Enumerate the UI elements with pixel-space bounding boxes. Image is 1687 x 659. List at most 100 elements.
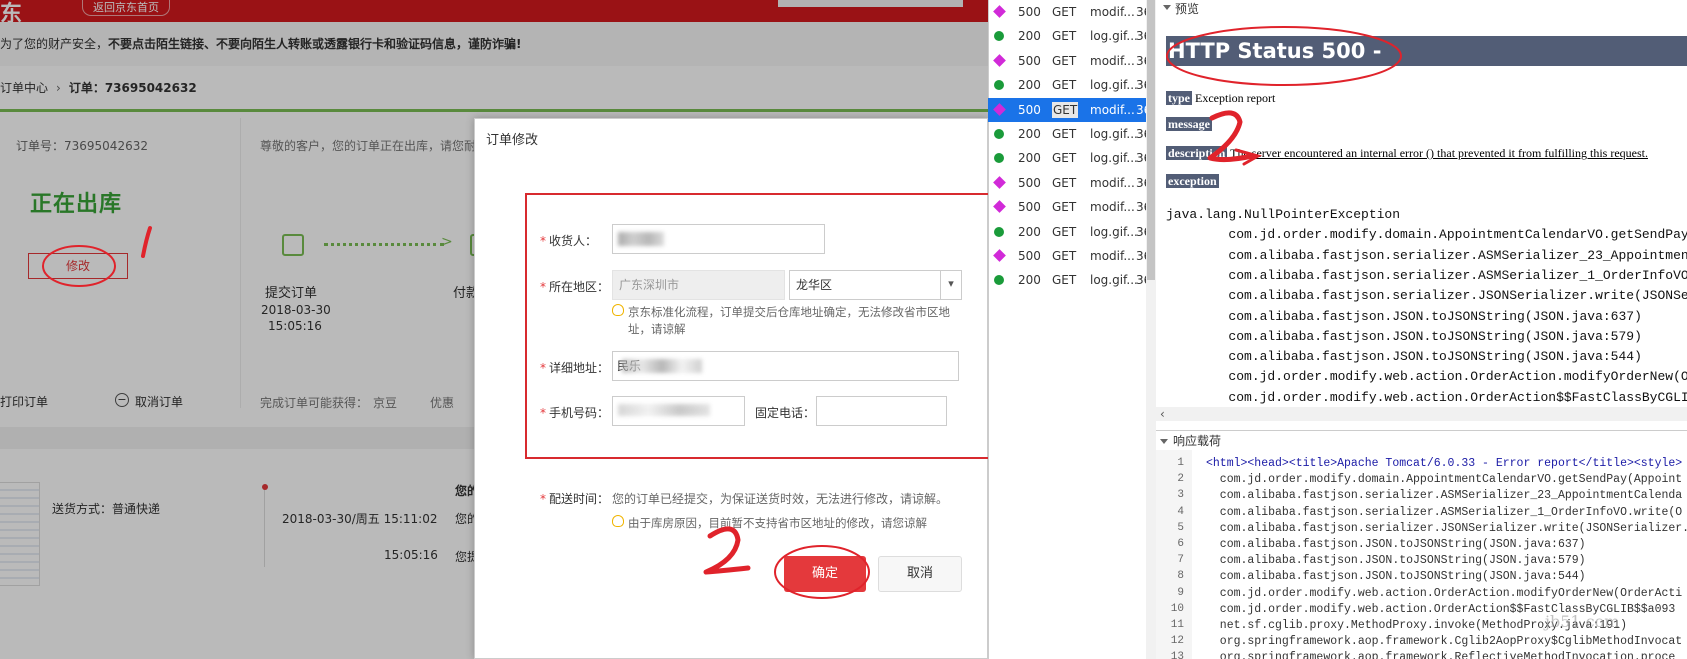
receiver-label: * 收货人： (540, 232, 597, 249)
exception-line: exception (1166, 174, 1219, 189)
line-number: 5 (1177, 521, 1184, 534)
request-row[interactable]: 200GETlog.gif...36. (988, 24, 1156, 48)
address-label: * 详细地址： (540, 359, 609, 376)
request-name: log.gif... (1090, 273, 1138, 288)
request-row[interactable]: 200GETlog.gif...36. (988, 73, 1156, 97)
xhr-diamond-icon (993, 102, 1006, 116)
region-label: * 所在地区： (540, 278, 609, 295)
error-description-line: description The server encountered an in… (1166, 146, 1648, 161)
image-dot-icon (994, 153, 1004, 164)
response-header-label: 响应载荷 (1173, 434, 1222, 448)
request-method: GET (1052, 273, 1077, 288)
lightbulb-icon (612, 515, 624, 527)
request-method: GET (1052, 175, 1077, 190)
line-number: 9 (1177, 586, 1184, 599)
required-mark: * (540, 234, 546, 248)
cancel-button[interactable]: 取消 (878, 556, 962, 592)
request-method: GET (1052, 127, 1077, 141)
xhr-diamond-icon (993, 5, 1006, 18)
required-mark: * (540, 280, 546, 294)
stack-frame: com.alibaba.fastjson.JSON.toJSONString(J… (1166, 328, 1642, 344)
request-method: GET (1052, 101, 1079, 118)
line-number: 7 (1177, 554, 1184, 567)
code-line: org.springframework.aop.framework.Cglib2… (1206, 635, 1683, 649)
watermark: jb51.com (1545, 612, 1620, 631)
image-dot-icon (994, 275, 1004, 286)
code-line: com.alibaba.fastjson.JSON.toJSONString(J… (1206, 570, 1586, 584)
delivery-time-label: * 配送时间： (540, 490, 609, 507)
request-name: log.gif... (1090, 151, 1138, 166)
required-mark: * (540, 406, 546, 420)
request-name: modif... (1090, 53, 1135, 68)
collapse-triangle-icon (1160, 439, 1168, 444)
request-status: 200 (1018, 78, 1041, 93)
image-dot-icon (994, 31, 1004, 42)
request-row[interactable]: 500GETmodif...36. (988, 0, 1156, 24)
request-status: 200 (1018, 127, 1041, 141)
request-name: log.gif... (1090, 29, 1138, 44)
request-row[interactable]: 200GETlog.gif...36. (988, 268, 1156, 292)
line-number: 4 (1177, 505, 1184, 518)
request-method: GET (1052, 200, 1077, 215)
confirm-button[interactable]: 确定 (784, 556, 866, 592)
error-type-line: type Exception report (1166, 91, 1275, 106)
exception-name: java.lang.NullPointerException (1166, 207, 1401, 222)
request-row[interactable]: 500GETmodif...36. (988, 171, 1156, 195)
request-name: modif... (1090, 5, 1135, 19)
district-select[interactable]: 龙华区 (789, 270, 962, 300)
request-status: 500 (1018, 200, 1041, 215)
region-label-text: 所在地区： (549, 280, 610, 294)
request-method: GET (1052, 224, 1077, 239)
delivery-hint: 由于库房原因，目前暂不支持省市区地址的修改，请您谅解 (628, 516, 927, 530)
code-line: com.alibaba.fastjson.serializer.ASMSeria… (1206, 505, 1683, 519)
request-status: 500 (1018, 53, 1041, 68)
request-row[interactable]: 500GETmodif...36. (988, 97, 1156, 122)
preview-horizontal-scrollbar[interactable] (1156, 407, 1687, 421)
request-row[interactable]: 200GETlog.gif...36. (988, 220, 1156, 244)
image-dot-icon (994, 80, 1004, 91)
province-city-field: 广东深圳市 (612, 270, 785, 300)
code-line: com.alibaba.fastjson.serializer.ASMSeria… (1206, 489, 1683, 503)
region-hint: 京东标准化流程，订单提交后仓库地址确定，无法修改省市区地址，请谅解 (628, 305, 950, 336)
mobile-label-text: 手机号码： (549, 406, 610, 420)
request-row[interactable]: 200GETlog.gif...36. (988, 146, 1156, 170)
collapse-triangle-icon[interactable] (1163, 5, 1171, 10)
line-number: 11 (1170, 619, 1184, 631)
required-mark: * (540, 361, 546, 375)
xhr-diamond-icon (993, 249, 1006, 262)
request-status: 200 (1018, 273, 1041, 288)
preview-header[interactable]: 预览 (1175, 0, 1199, 17)
request-method: GET (1052, 5, 1077, 19)
type-tag: type (1166, 91, 1192, 105)
address-label-text: 详细地址： (549, 361, 610, 375)
redacted-name (618, 232, 664, 246)
line-number: 13 (1170, 651, 1184, 659)
chevron-down-icon[interactable]: ▾ (940, 271, 961, 299)
request-method: GET (1052, 53, 1077, 68)
line-number: 8 (1177, 570, 1184, 583)
request-name: modif... (1090, 200, 1135, 215)
response-header[interactable]: 响应载荷 (1160, 432, 1221, 449)
request-row[interactable]: 200GETlog.gif...36. (988, 122, 1156, 146)
image-dot-icon (994, 226, 1004, 237)
required-mark: * (540, 492, 546, 506)
request-name: log.gif... (1090, 224, 1138, 239)
scrollbar-thumb[interactable] (1147, 0, 1155, 280)
stack-frame: com.alibaba.fastjson.JSON.toJSONString(J… (1166, 349, 1642, 365)
landline-input[interactable] (816, 396, 947, 426)
mobile-label: * 手机号码： (540, 404, 609, 421)
type-text: Exception report (1195, 91, 1276, 105)
request-status: 500 (1018, 5, 1041, 19)
request-row[interactable]: 500GETmodif...36. (988, 195, 1156, 219)
stack-frame: com.alibaba.fastjson.serializer.ASMSeria… (1228, 247, 1687, 263)
delivery-label-text: 配送时间： (549, 492, 610, 506)
request-status: 500 (1018, 249, 1041, 263)
scroll-left-icon[interactable]: ‹ (1160, 407, 1165, 421)
request-row[interactable]: 500GETmodif...36. (988, 49, 1156, 73)
redacted-phone (618, 404, 710, 416)
http-status-title: HTTP Status 500 - (1166, 36, 1687, 66)
code-line: org.springframework.aop.framework.Reflec… (1206, 651, 1676, 659)
request-method: GET (1052, 78, 1077, 93)
request-name: log.gif... (1090, 127, 1138, 141)
request-row[interactable]: 500GETmodif...36. (988, 244, 1156, 268)
